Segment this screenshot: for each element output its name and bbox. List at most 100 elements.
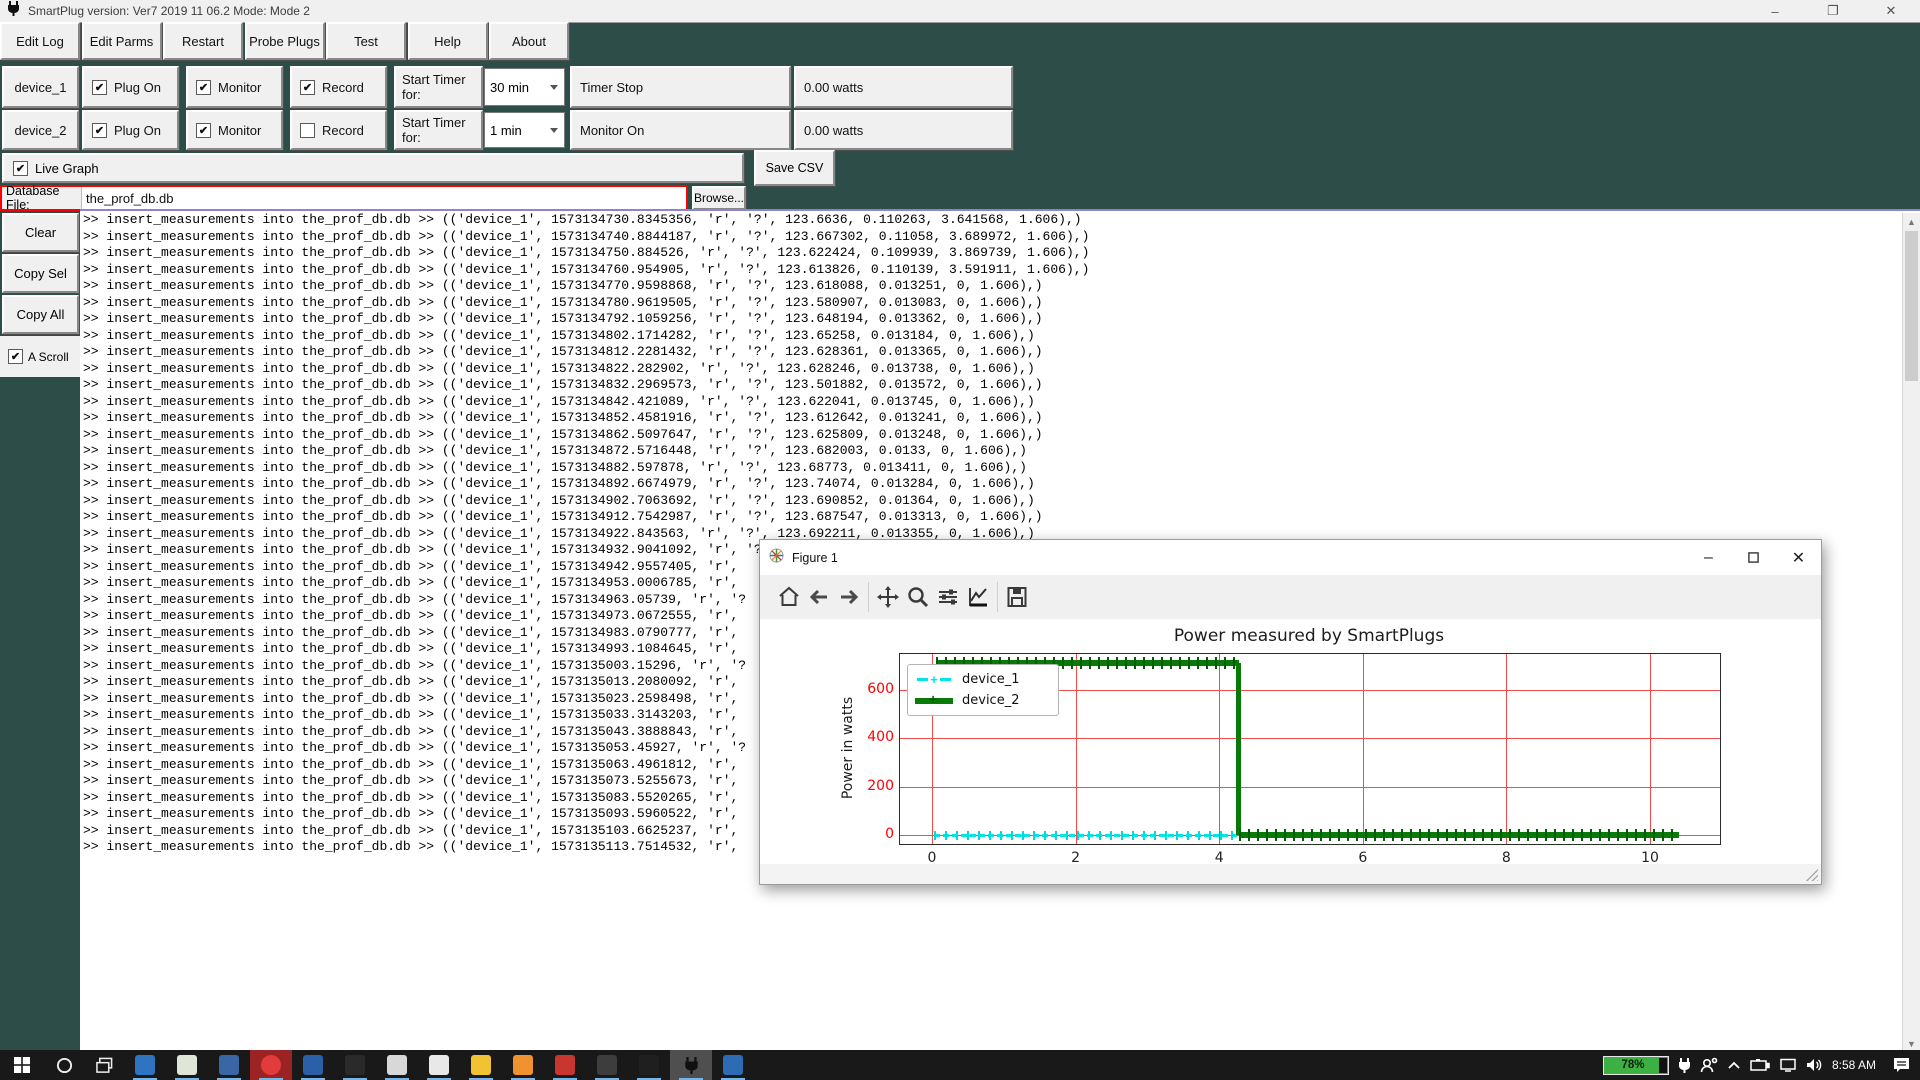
database-file-input[interactable] xyxy=(82,187,686,209)
menu-about[interactable]: About xyxy=(489,22,569,60)
menu-restart[interactable]: Restart xyxy=(163,22,243,60)
window-minimize-button[interactable]: – xyxy=(1746,0,1804,22)
figure-maximize-button[interactable] xyxy=(1731,540,1776,575)
people-icon[interactable] xyxy=(1700,1057,1718,1073)
copy-all-button[interactable]: Copy All xyxy=(2,295,79,334)
chart-axes: 0 2 4 6 8 10 0 200 400 600 + device_1 + device_2 xyxy=(867,653,1721,866)
battery-icon[interactable] xyxy=(1750,1059,1770,1071)
task-view-icon[interactable] xyxy=(84,1050,124,1080)
smartplug-app-icon xyxy=(7,1,20,21)
taskbar-g-suite-app[interactable] xyxy=(502,1050,544,1080)
window-restore-button[interactable]: ❐ xyxy=(1804,0,1862,22)
taskbar-opera-app[interactable] xyxy=(250,1050,292,1080)
taskbar-monitor-chart-app[interactable] xyxy=(376,1050,418,1080)
window-title: SmartPlug version: Ver7 2019 11 06.2 Mod… xyxy=(28,4,310,18)
gridline-x xyxy=(1075,654,1077,844)
taskbar-mail-app[interactable] xyxy=(292,1050,334,1080)
clock[interactable]: 8:58 AM xyxy=(1832,1058,1876,1072)
record-checkbox-device_1[interactable]: ✔ Record xyxy=(290,66,387,108)
pan-icon[interactable] xyxy=(873,581,903,613)
menu-test[interactable]: Test xyxy=(326,22,406,60)
figure-window: Figure 1 – ✕ Power measured by SmartPlug… xyxy=(759,539,1822,885)
desktop: SmartPlug version: Ver7 2019 11 06.2 Mod… xyxy=(0,0,1920,1080)
monitor-checkbox-box: ✔ xyxy=(196,122,211,138)
zoom-icon[interactable] xyxy=(903,581,933,613)
subplots-icon[interactable] xyxy=(933,581,963,613)
back-icon[interactable] xyxy=(804,581,834,613)
home-icon[interactable] xyxy=(774,581,804,613)
y-tick-label: 0 xyxy=(885,826,894,842)
taskbar-internet-app[interactable] xyxy=(124,1050,166,1080)
series-device_2-drop xyxy=(1236,663,1242,835)
copy-sel-button[interactable]: Copy Sel xyxy=(2,254,79,293)
resize-grip-icon[interactable] xyxy=(1806,869,1818,881)
database-file-row: Database File: xyxy=(0,184,688,212)
plug-on-checkbox-device_2[interactable]: ✔ Plug On xyxy=(82,110,179,150)
network-icon[interactable] xyxy=(1779,1058,1797,1072)
action-button-device_1[interactable]: Timer Stop xyxy=(570,66,791,108)
axes-config-icon[interactable] xyxy=(963,581,993,613)
log-line: >> insert_measurements into the_prof_db.… xyxy=(83,459,1027,475)
figure-close-button[interactable]: ✕ xyxy=(1776,540,1821,575)
action-button-device_2[interactable]: Monitor On xyxy=(570,110,791,150)
save-icon[interactable] xyxy=(1002,581,1032,613)
log-line: >> insert_measurements into the_prof_db.… xyxy=(83,212,1082,227)
taskbar-photos-app[interactable] xyxy=(712,1050,754,1080)
clear-button[interactable]: Clear xyxy=(2,213,79,252)
scrollbar-thumb[interactable] xyxy=(1905,231,1918,381)
battery-percent-badge[interactable]: 78% xyxy=(1602,1055,1669,1075)
scroll-up-icon[interactable]: ▲ xyxy=(1903,213,1920,230)
plugged-in-icon[interactable] xyxy=(1678,1057,1691,1073)
a-scroll-checkbox[interactable]: ✔ A Scroll xyxy=(0,336,80,377)
timer-select-device_2[interactable]: 1 min xyxy=(484,112,565,148)
log-line: >> insert_measurements into the_prof_db.… xyxy=(83,294,1043,310)
start-button-icon[interactable] xyxy=(0,1050,44,1080)
plug-on-checkbox-device_1[interactable]: ✔ Plug On xyxy=(82,66,179,108)
menu-help[interactable]: Help xyxy=(407,22,488,60)
log-line: >> insert_measurements into the_prof_db.… xyxy=(83,393,1035,409)
monitor-checkbox-device_2[interactable]: ✔ Monitor xyxy=(186,110,283,150)
menu-probe-plugs[interactable]: Probe Plugs xyxy=(244,22,325,60)
figure-canvas[interactable]: Power measured by SmartPlugs Power in wa… xyxy=(760,619,1821,866)
live-graph-checkbox[interactable]: ✔ Live Graph xyxy=(13,160,99,176)
database-file-label: Database File: xyxy=(2,184,82,212)
figure-titlebar[interactable]: Figure 1 – ✕ xyxy=(760,540,1821,576)
monitor-label: Monitor xyxy=(218,122,262,138)
timer-label-device_1: Start Timer for: xyxy=(394,66,483,108)
figure-minimize-button[interactable]: – xyxy=(1686,540,1731,575)
menu-edit-parms[interactable]: Edit Parms xyxy=(81,22,162,60)
menu-edit-log[interactable]: Edit Log xyxy=(0,22,80,60)
log-line: >> insert_measurements into the_prof_db.… xyxy=(83,426,1043,442)
taskbar-dark-circle-app[interactable] xyxy=(334,1050,376,1080)
volume-icon[interactable] xyxy=(1806,1058,1823,1072)
monitor-checkbox-device_1[interactable]: ✔ Monitor xyxy=(186,66,283,108)
taskbar-smartplug-app[interactable] xyxy=(670,1050,712,1080)
record-checkbox-device_2[interactable]: Record xyxy=(290,110,387,150)
live-graph-checkbox-box: ✔ xyxy=(13,160,28,176)
window-close-button[interactable]: ✕ xyxy=(1862,0,1920,22)
log-scrollbar[interactable]: ▲ ▼ xyxy=(1902,213,1920,1050)
record-checkbox-box: ✔ xyxy=(300,79,315,95)
log-line: >> insert_measurements into the_prof_db.… xyxy=(83,377,1043,392)
save-csv-button[interactable]: Save CSV xyxy=(754,150,835,186)
cortana-icon[interactable] xyxy=(44,1050,84,1080)
legend-label: device_2 xyxy=(962,693,1020,708)
timer-select-device_1[interactable]: 30 min xyxy=(484,68,565,106)
taskbar-snipping-app[interactable] xyxy=(208,1050,250,1080)
taskbar-notepad-app[interactable] xyxy=(166,1050,208,1080)
taskbar-vc-app[interactable] xyxy=(418,1050,460,1080)
taskbar-clipboard-app[interactable] xyxy=(544,1050,586,1080)
watts-display-device_2: 0.00 watts xyxy=(794,110,1013,150)
scroll-down-icon[interactable]: ▼ xyxy=(1903,1035,1920,1050)
browse-button[interactable]: Browse... xyxy=(692,186,746,210)
forward-icon[interactable] xyxy=(834,581,864,613)
chevron-up-icon[interactable] xyxy=(1727,1060,1741,1070)
plug-on-checkbox-box: ✔ xyxy=(92,122,107,138)
action-center-icon[interactable] xyxy=(1893,1057,1910,1073)
taskbar-cmd-app[interactable] xyxy=(628,1050,670,1080)
dark-circle-app-icon xyxy=(345,1055,365,1075)
taskbar-stats-app[interactable] xyxy=(586,1050,628,1080)
log-line: >> insert_measurements into the_prof_db.… xyxy=(83,245,1090,260)
taskbar-chrome-app[interactable] xyxy=(460,1050,502,1080)
series-device_2-markers xyxy=(1238,829,1679,841)
